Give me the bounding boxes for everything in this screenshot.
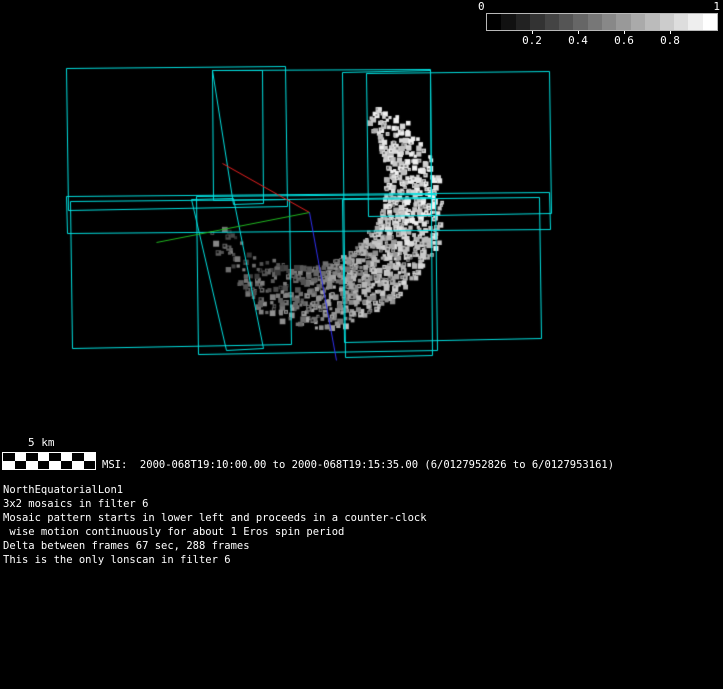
scale-bar: [2, 452, 96, 470]
scale-bar-cell: [72, 453, 84, 461]
colorbar-cell: [545, 14, 559, 30]
colorbar: 0 1 0.2 0.4 0.6 0.8: [477, 1, 723, 49]
note-line: NorthEquatorialLon1: [3, 483, 427, 497]
note-line: wise motion continuously for about 1 Ero…: [3, 525, 427, 539]
note-line: This is the only lonscan in filter 6: [3, 553, 427, 567]
scale-bar-label: 5 km: [28, 437, 55, 449]
note-line: 3x2 mosaics in filter 6: [3, 497, 427, 511]
colorbar-cell: [660, 14, 674, 30]
scale-bar-cell: [49, 461, 61, 469]
scale-bar-cell: [84, 453, 96, 461]
colorbar-tick-label: 0.4: [566, 35, 590, 46]
colorbar-min-label: 0: [478, 1, 485, 12]
colorbar-cell: [573, 14, 587, 30]
colorbar-cell: [588, 14, 602, 30]
scale-bar-cell: [15, 453, 27, 461]
colorbar-cell: [602, 14, 616, 30]
colorbar-cell: [703, 14, 717, 30]
colorbar-cell: [516, 14, 530, 30]
colorbar-cell: [616, 14, 630, 30]
scale-bar-cell: [3, 461, 15, 469]
viewport-3d-render: [0, 0, 723, 440]
status-line: MSI: 2000-068T19:10:00.00 to 2000-068T19…: [102, 458, 614, 472]
scale-bar-cell: [26, 453, 38, 461]
note-line: Mosaic pattern starts in lower left and …: [3, 511, 427, 525]
scale-bar-cell: [72, 461, 84, 469]
scale-bar-cell: [26, 461, 38, 469]
colorbar-cell: [688, 14, 702, 30]
scale-bar-cell: [38, 453, 50, 461]
scale-bar-cell: [49, 453, 61, 461]
colorbar-tick-label: 0.2: [520, 35, 544, 46]
notes-block: NorthEquatorialLon13x2 mosaics in filter…: [3, 483, 427, 567]
colorbar-cell: [501, 14, 515, 30]
colorbar-tick-label: 0.8: [658, 35, 682, 46]
scale-bar-cell: [15, 461, 27, 469]
scale-bar-cell: [61, 461, 73, 469]
scale-bar-cell: [3, 453, 15, 461]
scale-bar-cell: [38, 461, 50, 469]
scale-bar-cell: [84, 461, 96, 469]
colorbar-cell: [631, 14, 645, 30]
scale-bar-cell: [61, 453, 73, 461]
colorbar-cell: [530, 14, 544, 30]
colorbar-gradient: [486, 13, 718, 31]
note-line: Delta between frames 67 sec, 288 frames: [3, 539, 427, 553]
app-window: { "window": { "width": 723, "height": 68…: [0, 0, 723, 689]
colorbar-max-label: 1: [713, 1, 720, 12]
colorbar-cell: [559, 14, 573, 30]
colorbar-cell: [487, 14, 501, 30]
colorbar-cell: [645, 14, 659, 30]
colorbar-cell: [674, 14, 688, 30]
colorbar-tick-label: 0.6: [612, 35, 636, 46]
